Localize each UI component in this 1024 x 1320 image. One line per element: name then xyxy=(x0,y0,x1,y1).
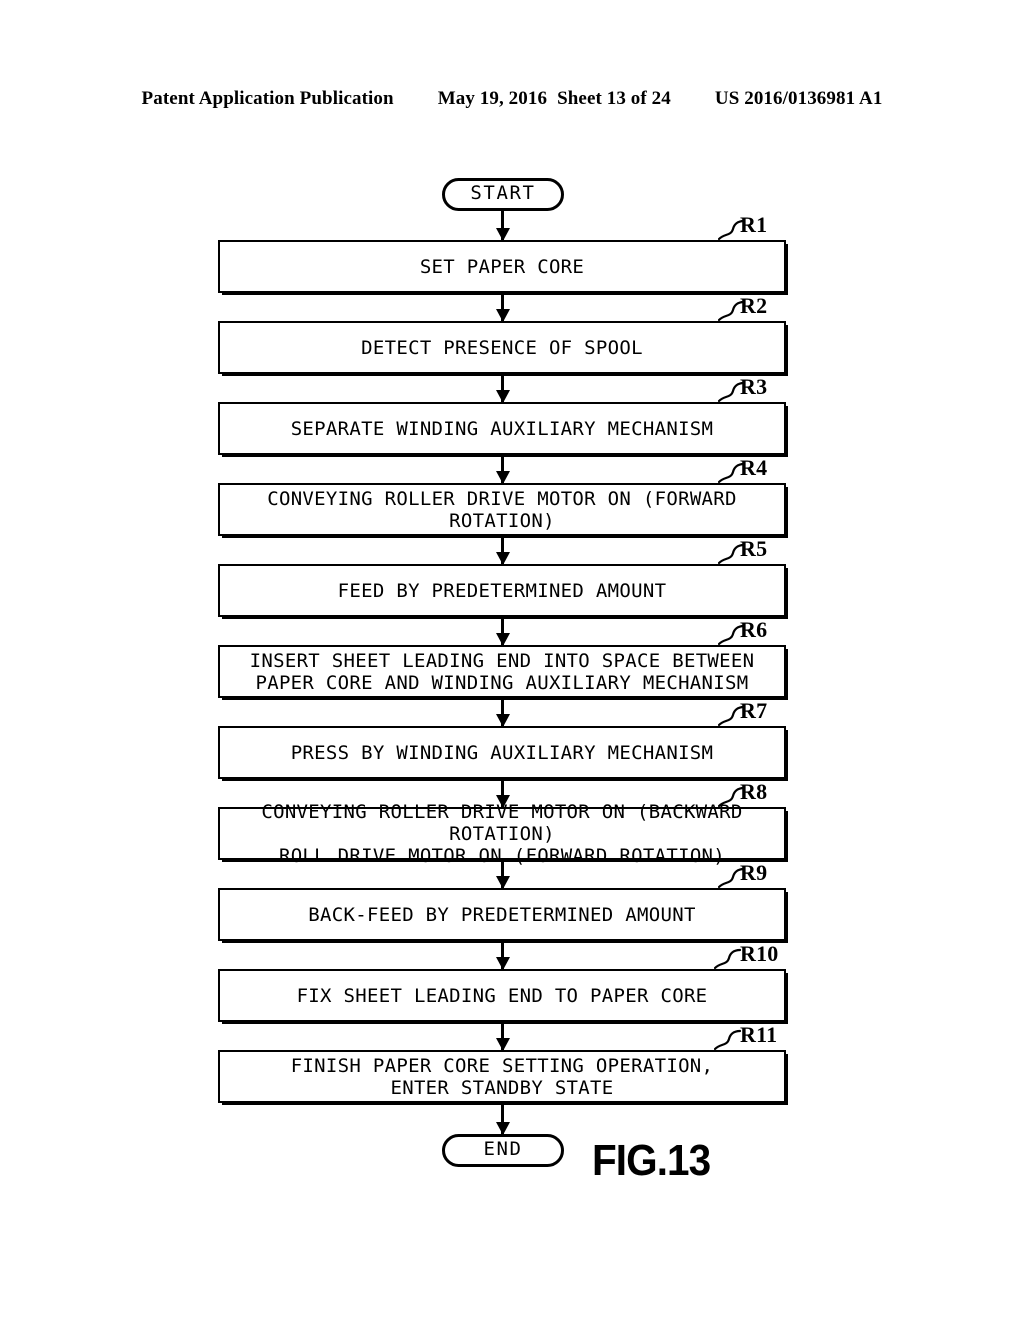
reference-leader-line-r8 xyxy=(717,785,746,808)
reference-leader-line-r6 xyxy=(717,623,746,646)
figure-caption: FIG.13 xyxy=(592,1136,711,1185)
step-label: BACK-FEED BY PREDETERMINED AMOUNT xyxy=(308,903,696,926)
step-label: CONVEYING ROLLER DRIVE MOTOR ON (FORWARD… xyxy=(267,487,737,532)
flowchart-step-r8: CONVEYING ROLLER DRIVE MOTOR ON (BACKWAR… xyxy=(218,801,786,867)
step-label: CONVEYING ROLLER DRIVE MOTOR ON (BACKWAR… xyxy=(261,800,743,867)
connector-r7-to-r8 xyxy=(501,779,504,807)
connector-r1-to-r2 xyxy=(501,293,504,321)
flowchart-start-terminator: START xyxy=(442,178,564,211)
reference-leader-line-r11 xyxy=(713,1028,742,1051)
connector-r10-to-r11 xyxy=(501,1022,504,1050)
connector-r6-to-r7 xyxy=(501,698,504,726)
connector-r9-to-r10 xyxy=(501,941,504,969)
flowchart-step-r5: FEED BY PREDETERMINED AMOUNT xyxy=(218,564,786,617)
start-terminator-label: START xyxy=(470,182,536,204)
reference-leader-line-r1 xyxy=(717,218,746,241)
flowchart-step-r6: INSERT SHEET LEADING END INTO SPACE BETW… xyxy=(218,645,786,698)
step-label: FEED BY PREDETERMINED AMOUNT xyxy=(337,579,667,602)
flowchart-step-r3: SEPARATE WINDING AUXILIARY MECHANISM xyxy=(218,402,786,455)
connector-r2-to-r3 xyxy=(501,374,504,402)
reference-leader-line-r10 xyxy=(713,947,742,970)
reference-numeral-r11: R11 xyxy=(740,1022,778,1047)
step-label: DETECT PRESENCE OF SPOOL xyxy=(361,336,643,359)
end-terminator-label: END xyxy=(483,1138,523,1160)
flowchart-step-r10: FIX SHEET LEADING END TO PAPER CORE xyxy=(218,969,786,1022)
connector-r3-to-r4 xyxy=(501,455,504,483)
step-label: PRESS BY WINDING AUXILIARY MECHANISM xyxy=(290,741,714,764)
reference-leader-line-r9 xyxy=(717,866,746,889)
connector-start-to-r1 xyxy=(501,211,504,240)
reference-numeral-r10: R10 xyxy=(740,941,779,966)
flowchart-step-r7: PRESS BY WINDING AUXILIARY MECHANISM xyxy=(218,726,786,779)
reference-leader-line-r5 xyxy=(717,542,746,565)
step-label: INSERT SHEET LEADING END INTO SPACE BETW… xyxy=(249,649,755,694)
flowchart-step-r4: CONVEYING ROLLER DRIVE MOTOR ON (FORWARD… xyxy=(218,483,786,536)
reference-leader-line-r3 xyxy=(717,380,746,403)
reference-leader-line-r2 xyxy=(717,299,746,322)
flowchart-step-r2: DETECT PRESENCE OF SPOOL xyxy=(218,321,786,374)
reference-leader-line-r7 xyxy=(717,704,746,727)
flowchart-step-r1: SET PAPER CORE xyxy=(218,240,786,293)
step-label: SET PAPER CORE xyxy=(419,255,585,278)
step-label: SEPARATE WINDING AUXILIARY MECHANISM xyxy=(290,417,714,440)
connector-r4-to-r5 xyxy=(501,536,504,564)
flowchart-diagram: START SET PAPER CORE R1 DETECT PRESENCE OF… xyxy=(0,0,1024,1320)
step-label: FINISH PAPER CORE SETTING OPERATION, ENT… xyxy=(290,1054,714,1099)
connector-r5-to-r6 xyxy=(501,617,504,645)
reference-leader-line-r4 xyxy=(717,461,746,484)
connector-r11-to-end xyxy=(501,1103,504,1134)
flowchart-step-r11: FINISH PAPER CORE SETTING OPERATION, ENT… xyxy=(218,1050,786,1103)
connector-r8-to-r9 xyxy=(501,860,504,888)
flowchart-step-r9: BACK-FEED BY PREDETERMINED AMOUNT xyxy=(218,888,786,941)
flowchart-end-terminator: END xyxy=(442,1134,564,1167)
step-label: FIX SHEET LEADING END TO PAPER CORE xyxy=(296,984,708,1007)
